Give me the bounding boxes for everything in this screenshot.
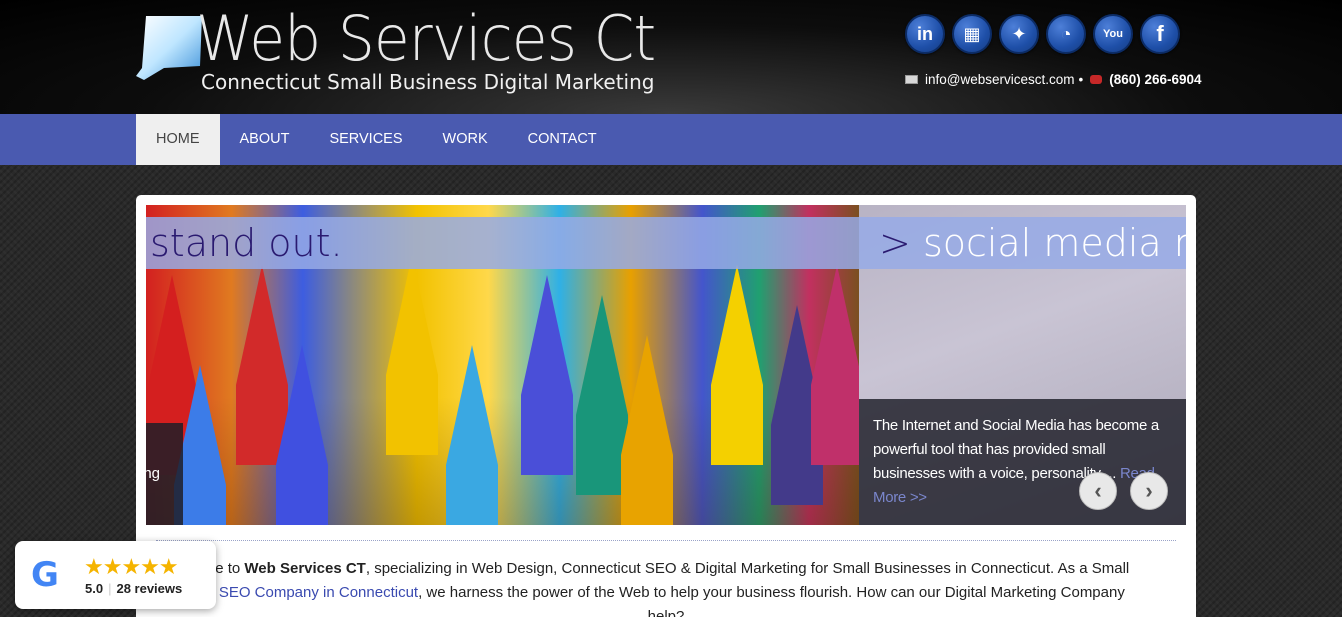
pencil-shape — [811, 265, 863, 465]
site-header: Web Services Ct Connecticut Small Busine… — [0, 0, 1342, 114]
nav-item-contact[interactable]: CONTACT — [508, 114, 617, 165]
pencil-shape — [711, 265, 763, 465]
pencil-shape — [386, 255, 438, 455]
intro-text: , we harness the power of the Web to hel… — [418, 584, 1125, 601]
youtube-icon[interactable]: You — [1093, 14, 1133, 54]
nav-item-services[interactable]: SERVICES — [309, 114, 422, 165]
google-my-business-icon[interactable]: ▦ — [952, 14, 992, 54]
chevron-right-icon[interactable]: › — [1130, 472, 1168, 510]
pencil-shape — [576, 295, 628, 495]
slide-caption-right: > social media ma — [879, 217, 1186, 269]
linkedin-icon[interactable]: in — [905, 14, 945, 54]
facebook-icon[interactable]: f — [1140, 14, 1180, 54]
social-links: in ▦ ✦ ◔ You f — [905, 14, 1180, 54]
nav-item-work[interactable]: WORK — [423, 114, 508, 165]
chevron-left-icon[interactable]: ‹ — [1079, 472, 1117, 510]
slide-caption-left: stand out. — [150, 221, 343, 265]
envelope-icon — [905, 75, 918, 84]
caption-arrow: > — [879, 221, 911, 265]
slide-description-left: ing — [146, 423, 183, 525]
image-slider[interactable]: stand out. > social media ma ing The Int… — [146, 205, 1186, 525]
site-tagline: Connecticut Small Business Digital Marke… — [201, 70, 655, 94]
bullet-separator: • — [1078, 72, 1084, 87]
slide-description-text: The Internet and Social Media has become… — [873, 417, 1159, 482]
phone-icon — [1090, 75, 1103, 84]
rss-icon[interactable]: ◔ — [1046, 14, 1086, 54]
pencil-shape — [621, 335, 673, 525]
star-rating-icon: ★★★★★ — [84, 554, 179, 579]
email-link[interactable]: info@webservicesct.com — [925, 72, 1075, 87]
contact-info: info@webservicesct.com • (860) 266-6904 — [905, 72, 1202, 87]
intro-paragraph: me to Web Services CT, specializing in W… — [156, 557, 1176, 617]
rating-summary: 5.0 | 28 reviews — [85, 581, 183, 596]
google-icon: G — [31, 555, 59, 595]
main-nav: HOME ABOUT SERVICES WORK CONTACT — [0, 114, 1342, 165]
google-reviews-badge[interactable]: G ★★★★★ 5.0 | 28 reviews — [15, 541, 216, 609]
twitter-icon[interactable]: ✦ — [999, 14, 1039, 54]
intro-text: help? — [647, 608, 685, 617]
pencil-shape — [521, 275, 573, 475]
phone-number[interactable]: (860) 266-6904 — [1109, 72, 1201, 87]
caption-text: social media ma — [922, 221, 1186, 265]
dotted-divider — [156, 540, 1176, 541]
site-title[interactable]: Web Services Ct — [196, 2, 656, 75]
nav-items: HOME ABOUT SERVICES WORK CONTACT — [136, 114, 617, 165]
pencil-shape — [446, 345, 498, 525]
intro-brand: Web Services CT — [244, 560, 366, 577]
nav-item-about[interactable]: ABOUT — [220, 114, 310, 165]
rating-value: 5.0 — [85, 581, 104, 596]
connecticut-logo-icon[interactable] — [134, 14, 204, 84]
review-count: 28 reviews — [116, 581, 183, 596]
pencil-shape — [236, 265, 288, 465]
intro-text: , specializing in Web Design, Connecticu… — [365, 560, 1130, 577]
seo-company-link[interactable]: SEO Company in Connecticut — [219, 584, 418, 601]
nav-item-home[interactable]: HOME — [136, 114, 220, 165]
